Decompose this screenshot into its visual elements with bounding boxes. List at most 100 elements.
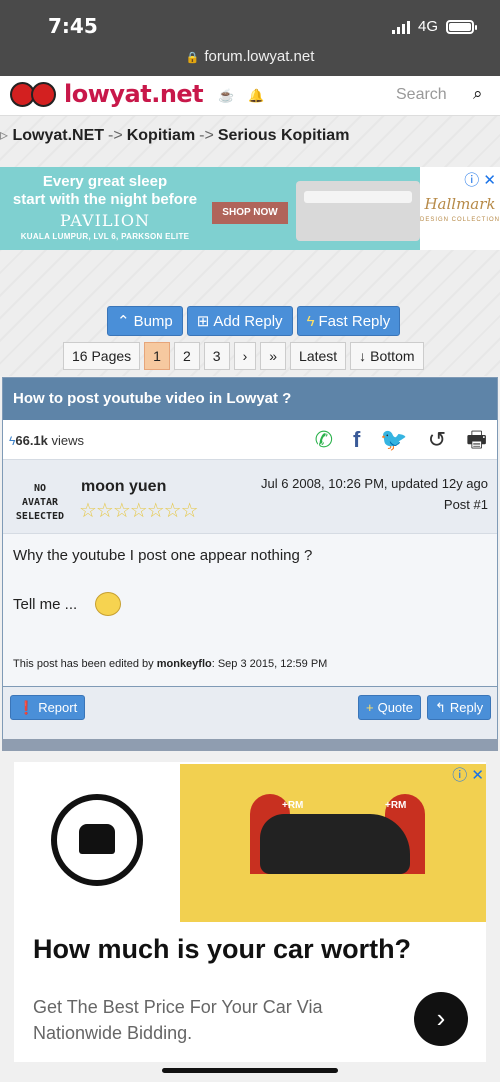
- lightning-icon: ϟ: [306, 312, 315, 330]
- car-ad[interactable]: +RM +RM ⓘ ✕ How much is your car worth? …: [14, 762, 486, 1062]
- home-indicator[interactable]: [162, 1068, 338, 1073]
- twitter-icon[interactable]: 🐦: [380, 426, 407, 454]
- car-ad-image: +RM +RM: [180, 764, 486, 922]
- car-icon: [260, 814, 410, 874]
- badge-right: +RM: [385, 800, 407, 811]
- network-label: 4G: [417, 18, 438, 35]
- add-reply-label: Add Reply: [213, 312, 283, 330]
- quote-button[interactable]: + Quote: [358, 695, 422, 720]
- report-button[interactable]: ❗ Report: [10, 695, 86, 720]
- post-text-line-1: Why the youtube I post one appear nothin…: [13, 547, 313, 564]
- history-icon[interactable]: ↺: [428, 426, 446, 454]
- status-bar: 7:45 4G 🔒 forum.lowyat.net: [0, 0, 500, 76]
- car-ad-subtitle: Get The Best Price For Your Car Via Nati…: [33, 997, 323, 1043]
- ad-location: KUALA LUMPUR, LVL 6, PARKSON ELITE: [20, 232, 190, 241]
- chevron-right-icon[interactable]: ›: [414, 992, 468, 1046]
- bottom-button[interactable]: ↓ Bottom: [350, 342, 424, 370]
- ad-brand: PAVILION: [60, 211, 150, 230]
- post-body: Why the youtube I post one appear nothin…: [3, 534, 497, 686]
- breadcrumb-item-kopitiam[interactable]: Kopitiam: [127, 127, 195, 144]
- alert-icon: ❗: [18, 699, 35, 715]
- print-icon[interactable]: 🖶: [466, 426, 487, 454]
- car-ad-title[interactable]: How much is your car worth?: [33, 934, 411, 965]
- ad-line-1: Every great sleep: [42, 173, 168, 190]
- topic-stats-bar: ϟ66.1k views ✆ f 🐦 ↺ 🖶: [3, 420, 497, 460]
- site-logo[interactable]: lowyat.net: [10, 80, 204, 108]
- plus-icon: +: [366, 700, 374, 715]
- ad-banner[interactable]: Every great sleep start with the night b…: [0, 167, 500, 250]
- page-2-button[interactable]: 2: [173, 342, 200, 370]
- lock-icon: 🔒: [185, 52, 200, 64]
- edited-by[interactable]: monkeyflo: [157, 658, 212, 670]
- page-1-button[interactable]: 1: [144, 342, 170, 370]
- shrug-emoji-icon: [95, 592, 121, 616]
- reply-label: Reply: [449, 700, 484, 715]
- quote-label: Quote: [377, 700, 414, 715]
- facebook-icon[interactable]: f: [353, 426, 360, 454]
- bump-button[interactable]: ⌃ Bump: [107, 306, 183, 336]
- ad-sponsor-sub: DESIGN COLLECTION: [420, 217, 500, 223]
- post-number[interactable]: Post #1: [444, 497, 488, 512]
- url-text: forum.lowyat.net: [204, 48, 315, 65]
- reply-button[interactable]: ↰ Reply: [427, 695, 492, 720]
- views-label: views: [51, 433, 85, 448]
- url-bar[interactable]: 🔒 forum.lowyat.net: [0, 48, 500, 65]
- breadcrumb-separator: ->: [108, 127, 123, 144]
- battery-icon: [446, 19, 477, 34]
- ad-info-close-icon[interactable]: ⓘ ✕: [464, 169, 496, 190]
- plus-square-icon: ⊞: [196, 313, 210, 330]
- topic-panel: How to post youtube video in Lowyat ? ϟ6…: [2, 377, 498, 749]
- post-text-line-2: Tell me ...: [13, 596, 78, 613]
- post-date: Jul 6 2008, 10:26 PM, updated 12y ago: [261, 476, 488, 491]
- report-label: Report: [38, 700, 78, 715]
- car-logo-icon: [51, 794, 143, 886]
- avatar: NO AVATAR SELECTED: [15, 483, 65, 522]
- logo-mascot-icon: [10, 81, 56, 107]
- chevron-up-icon: ⌃: [117, 313, 130, 330]
- bump-label: Bump: [133, 312, 173, 330]
- search-icon[interactable]: ⌕: [473, 84, 483, 104]
- post-header: NO AVATAR SELECTED moon yuen ☆☆☆☆☆☆☆ Jul…: [3, 460, 497, 534]
- ad-info-close-icon[interactable]: ⓘ ✕: [452, 764, 484, 785]
- fast-reply-button[interactable]: ϟ Fast Reply: [296, 306, 401, 336]
- whatsapp-icon[interactable]: ✆: [315, 426, 333, 454]
- logo-text: lowyat.net: [64, 80, 204, 108]
- site-header: lowyat.net ☕ 🔔 Search ⌕: [0, 76, 500, 116]
- add-reply-button[interactable]: ⊞ Add Reply: [186, 306, 293, 336]
- topic-actions: ⌃ Bump ⊞ Add Reply ϟ Fast Reply: [107, 306, 401, 336]
- search-input[interactable]: Search: [396, 86, 447, 104]
- bell-icon[interactable]: 🔔: [248, 88, 264, 104]
- page-count: 16 Pages: [63, 342, 141, 370]
- coffee-icon[interactable]: ☕: [218, 88, 234, 104]
- mattress-image: [296, 181, 420, 241]
- page-3-button[interactable]: 3: [203, 342, 230, 370]
- post-footer: ❗ Report + Quote ↰ Reply: [3, 686, 497, 728]
- rank-stars-icon: ☆☆☆☆☆☆☆: [79, 500, 199, 522]
- breadcrumb-item-serious-kopitiam[interactable]: Serious Kopitiam: [218, 127, 350, 144]
- reply-icon: ↰: [435, 699, 446, 715]
- ad-line-2: start with the night before: [12, 191, 198, 208]
- pagination: 16 Pages 1 2 3 › » Latest ↓ Bottom: [63, 342, 424, 370]
- topic-title: How to post youtube video in Lowyat ?: [3, 378, 497, 420]
- views-number: 66.1k: [15, 433, 48, 448]
- bottom-label: Bottom: [370, 348, 415, 364]
- latest-button[interactable]: Latest: [290, 342, 347, 370]
- breadcrumb-item-lowyat[interactable]: Lowyat.NET: [12, 127, 104, 144]
- ad-sponsor-name: Hallmark: [424, 195, 496, 213]
- signal-icon: [391, 20, 410, 34]
- edited-date: : Sep 3 2015, 12:59 PM: [211, 658, 328, 670]
- last-page-icon[interactable]: »: [260, 342, 287, 370]
- post-author[interactable]: moon yuen: [81, 478, 166, 496]
- arrow-down-icon: ↓: [359, 348, 367, 364]
- breadcrumb-separator: ->: [199, 127, 214, 144]
- ad-shop-now-button[interactable]: SHOP NOW: [212, 202, 288, 224]
- edited-note: This post has been edited by monkeyflo: …: [13, 658, 327, 670]
- status-icons: 4G: [391, 18, 477, 35]
- next-page-icon[interactable]: ›: [233, 342, 257, 370]
- share-icons: ✆ f 🐦 ↺ 🖶: [315, 426, 487, 454]
- topic-divider-bar: [2, 739, 498, 751]
- ad-text: Every great sleep start with the night b…: [0, 173, 210, 241]
- header-icons: ☕ 🔔: [218, 88, 264, 104]
- badge-left: +RM: [282, 800, 304, 811]
- breadcrumb-arrow-icon: ▹: [0, 127, 9, 144]
